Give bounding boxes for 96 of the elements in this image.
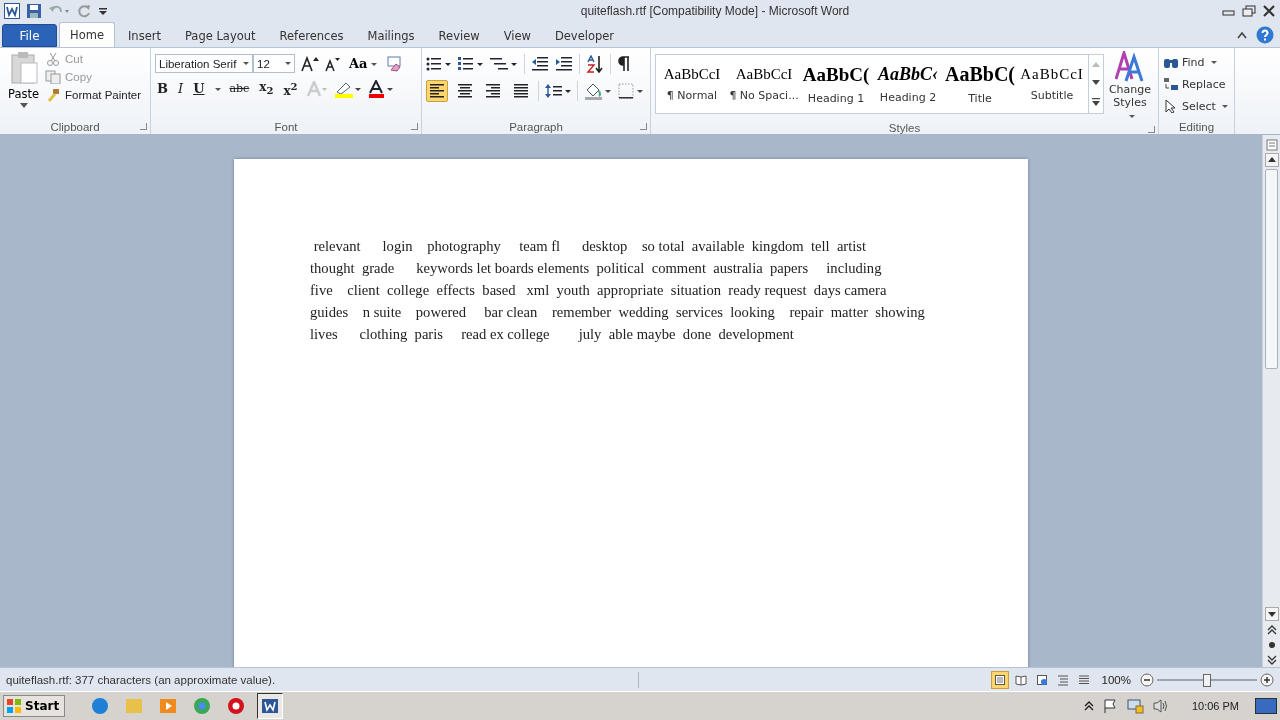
- document-text-line: lives clothing paris read ex college july able maybe done development: [310, 325, 795, 344]
- vertical-scrollbar[interactable]: [1262, 135, 1280, 667]
- group-label: Font: [274, 120, 298, 133]
- zoom-slider[interactable]: [1157, 672, 1257, 687]
- help-icon[interactable]: [1256, 25, 1274, 44]
- dialog-launcher-icon[interactable]: [411, 123, 418, 130]
- letters-icon: [1115, 51, 1145, 83]
- line-spacing-icon[interactable]: [545, 83, 571, 99]
- show-marks-icon[interactable]: [617, 56, 631, 72]
- paste-button[interactable]: Paste: [4, 51, 44, 119]
- word-icon[interactable]: [4, 3, 20, 19]
- show-desktop-button[interactable]: [1255, 698, 1277, 714]
- flag-icon[interactable]: [1101, 698, 1118, 714]
- shading-icon[interactable]: [584, 82, 612, 100]
- document-text-line: five client college effects based xml youth appropriate situation ready request days camera: [310, 281, 888, 300]
- align-left-icon[interactable]: [426, 80, 448, 102]
- zoom-out-icon[interactable]: [1140, 672, 1154, 687]
- scroll-thumb[interactable]: [1265, 169, 1278, 369]
- increase-indent-icon[interactable]: [555, 56, 573, 72]
- more-icon[interactable]: [1092, 98, 1100, 107]
- subscript-button[interactable]: x$_{2}$: [257, 79, 276, 100]
- scissors-icon: [45, 52, 62, 66]
- zoom-thumb[interactable]: [1203, 673, 1211, 687]
- superscript-button[interactable]: x$^{2}$: [281, 79, 300, 100]
- style-item[interactable]: AaBbC‹ Heading 2: [872, 55, 944, 113]
- scroll-up-icon[interactable]: [1264, 153, 1279, 167]
- style-item[interactable]: AaBbCcI ¶ Normal: [656, 55, 728, 113]
- strikethrough-button[interactable]: abc: [227, 81, 252, 98]
- dialog-launcher-icon[interactable]: [640, 123, 647, 130]
- sort-icon[interactable]: [586, 55, 604, 73]
- replace-button[interactable]: Replace: [1163, 76, 1230, 92]
- document-text-line: relevant login photography team fl desktop so total available kingdom tell artist: [312, 237, 868, 256]
- ribbon-tab[interactable]: Review: [427, 23, 491, 47]
- clear-formatting-icon[interactable]: [384, 55, 403, 72]
- window-title: quiteflash.rtf [Compatibility Mode] - Microsoft Word: [579, 4, 851, 18]
- change-styles-button[interactable]: Change Styles: [1106, 51, 1154, 122]
- change-case-button[interactable]: Aa: [347, 56, 379, 71]
- ribbon-tab[interactable]: Home: [59, 22, 115, 47]
- select-button[interactable]: Select: [1163, 98, 1230, 114]
- show-hidden-icon[interactable]: [1083, 700, 1094, 712]
- shrink-font-icon[interactable]: [325, 55, 341, 72]
- group-label: Styles: [888, 122, 921, 134]
- document-text-line: guides n suite powered bar clean remember wedding services looking repair matter showing: [310, 303, 926, 322]
- caret-icon: [19, 103, 28, 108]
- replace-icon: [1163, 77, 1179, 91]
- zoom-level[interactable]: 100%: [1101, 673, 1131, 686]
- borders-icon[interactable]: [618, 83, 644, 99]
- ribbon-tab[interactable]: Mailings: [356, 23, 426, 47]
- multilevel-list-icon[interactable]: [490, 56, 518, 72]
- network-icon[interactable]: [1125, 698, 1144, 714]
- windows-logo-icon: [6, 698, 22, 714]
- clipboard-icon: [8, 51, 39, 85]
- collapse-ribbon-icon[interactable]: [1236, 29, 1248, 40]
- highlight-icon[interactable]: [333, 80, 362, 99]
- group-label: Paragraph: [509, 120, 563, 133]
- dialog-launcher-icon[interactable]: [140, 123, 147, 130]
- italic-button[interactable]: I: [176, 81, 186, 98]
- zoom-in-icon[interactable]: [1260, 672, 1274, 687]
- scroll-down-icon[interactable]: [1264, 607, 1279, 621]
- print-view-icon[interactable]: [990, 670, 1009, 689]
- status-text: quiteflash.rtf: 377 characters (an approximate value).: [6, 673, 276, 686]
- start-button[interactable]: Start: [3, 695, 66, 717]
- style-item[interactable]: AaBbCcI ¶ No Spaci...: [728, 55, 800, 113]
- font-name-field[interactable]: Liberation Serif: [155, 54, 253, 73]
- font-size-field[interactable]: 12: [253, 54, 295, 73]
- font-color-icon[interactable]: [367, 80, 394, 99]
- grow-font-icon[interactable]: [301, 55, 319, 72]
- close-icon[interactable]: [1262, 5, 1276, 17]
- painter-button[interactable]: Format Painter: [43, 87, 144, 103]
- dialog-launcher-icon[interactable]: [1148, 126, 1155, 133]
- document-text-line: thought grade keywords let boards elements political comment australia papers including: [310, 259, 883, 278]
- scroll-down-icon[interactable]: [1092, 80, 1100, 85]
- ribbon-tab[interactable]: References: [268, 23, 355, 47]
- word-taskbar-icon[interactable]: [257, 693, 284, 719]
- restore-icon[interactable]: [1242, 5, 1256, 17]
- bullets-icon[interactable]: [426, 56, 452, 72]
- style-item[interactable]: AaBbC( Title: [944, 55, 1016, 113]
- ribbon-tab[interactable]: Developer: [543, 23, 626, 47]
- file-tab[interactable]: File: [2, 24, 57, 47]
- bold-button[interactable]: B: [155, 81, 170, 98]
- style-item[interactable]: AaBbCcI Subtitle: [1016, 55, 1088, 113]
- decrease-indent-icon[interactable]: [531, 56, 549, 72]
- style-item[interactable]: AaBbC( Heading 1: [800, 55, 872, 113]
- group-label: Clipboard: [50, 120, 100, 133]
- clock[interactable]: 10:06 PM: [1191, 700, 1239, 712]
- find-button[interactable]: Find: [1163, 54, 1230, 70]
- ribbon-tab[interactable]: View: [492, 23, 542, 47]
- copy-icon: [45, 70, 62, 84]
- ribbon-tab[interactable]: Page Layout: [173, 23, 267, 47]
- ribbon-tab[interactable]: Insert: [116, 23, 172, 47]
- underline-button[interactable]: U: [191, 81, 207, 98]
- speaker-icon[interactable]: [1151, 698, 1170, 714]
- save-icon[interactable]: [26, 3, 42, 19]
- numbering-icon[interactable]: [458, 56, 484, 72]
- brush-icon: [45, 88, 62, 102]
- group-label: Editing: [1178, 120, 1215, 133]
